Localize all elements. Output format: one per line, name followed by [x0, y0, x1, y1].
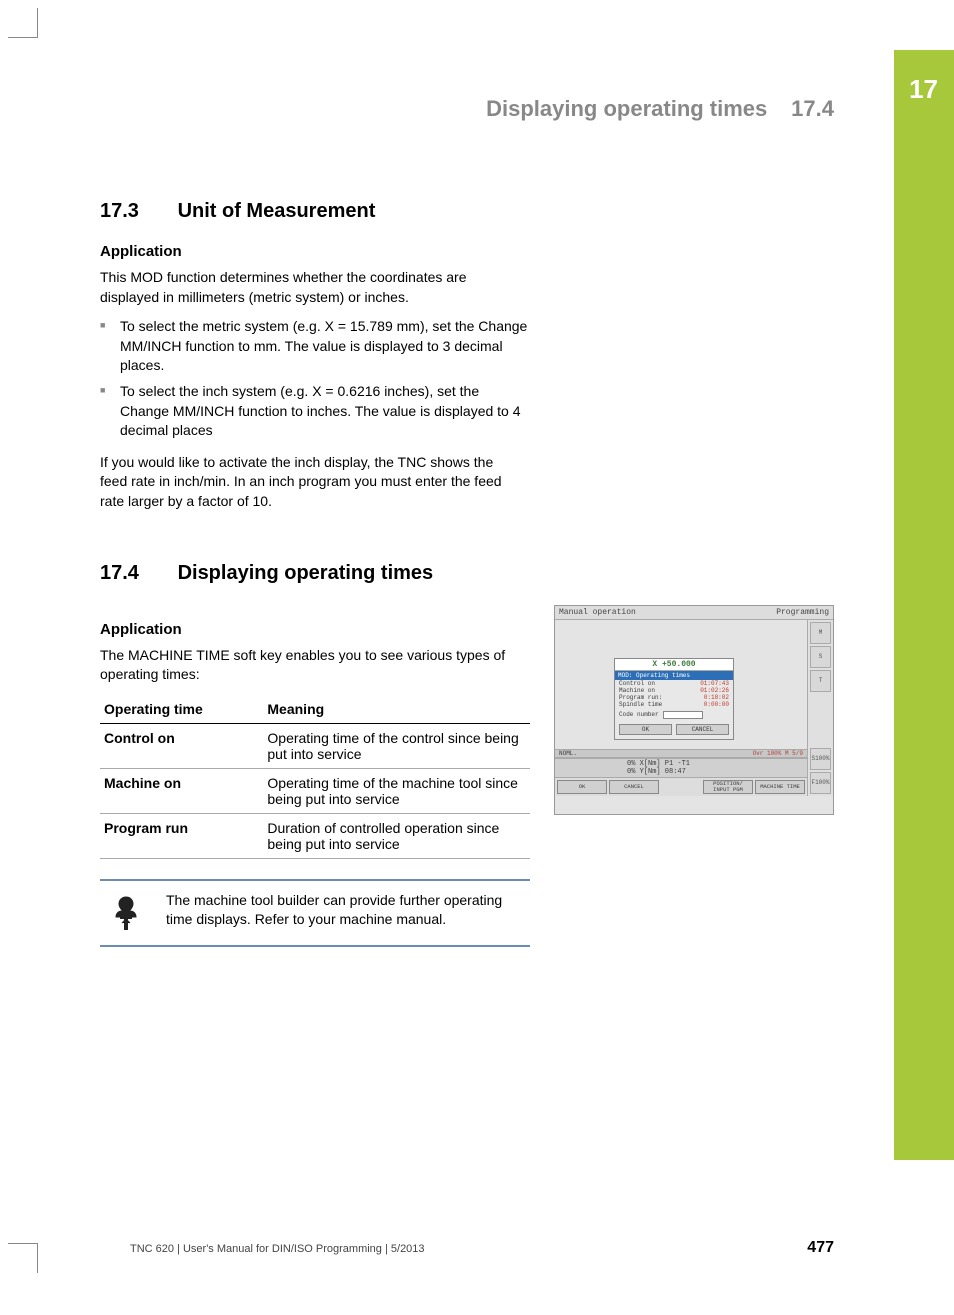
note-text: The machine tool builder can provide fur… — [166, 891, 526, 930]
sb-row-label: Control on — [619, 680, 655, 687]
page-footer: TNC 620 | User's Manual for DIN/ISO Prog… — [130, 1239, 834, 1257]
table-row: Machine on Operating time of the machine… — [100, 768, 530, 813]
intro-17-3: This MOD function determines whether the… — [100, 268, 520, 307]
sb-softkey-bar: OK CANCEL POSITION/ INPUT PGM MACHINE TI… — [555, 778, 807, 796]
crop-mark-bottom-left — [8, 1243, 38, 1273]
section-title: Displaying operating times — [178, 562, 434, 584]
section-title: Unit of Measurement — [178, 200, 376, 222]
section-heading-17-3: 17.3 Unit of Measurement — [100, 200, 860, 223]
sb-statusbar: 0% X[Nm] P1 -T1 0% Y[Nm] 08:47 — [555, 758, 807, 778]
bullet-list-17-3: To select the metric system (e.g. X = 15… — [100, 317, 530, 441]
table-cell-meaning: Operating time of the machine tool since… — [263, 768, 530, 813]
application-heading-17-4: Application — [100, 621, 530, 638]
sb-side-buttons: M S T S100% F100% — [807, 620, 833, 796]
table-cell-name: Control on — [100, 723, 263, 768]
table-row: Control on Operating time of the control… — [100, 723, 530, 768]
section-number: 17.3 — [100, 200, 172, 223]
crop-mark-top-left — [8, 8, 38, 38]
table-cell-name: Machine on — [100, 768, 263, 813]
page-header: Displaying operating times 17.4 — [486, 96, 834, 122]
table-header: Operating time — [100, 695, 263, 724]
table-cell-meaning: Duration of controlled operation since b… — [263, 813, 530, 858]
manual-note: The machine tool builder can provide fur… — [100, 879, 530, 947]
sb-row-label: Spindle time — [619, 701, 662, 708]
section-heading-17-4: 17.4 Displaying operating times — [100, 562, 860, 585]
sb-dialog-title: MOD: Operating times — [615, 671, 733, 680]
sb-row-value: 01:07:43 — [700, 680, 729, 687]
sb-code-label: Code number — [619, 711, 659, 718]
sb-softkey-ok[interactable]: OK — [557, 780, 607, 794]
table-cell-meaning: Operating time of the control since bein… — [263, 723, 530, 768]
sb-code-input[interactable] — [663, 711, 703, 719]
footer-text: TNC 620 | User's Manual for DIN/ISO Prog… — [130, 1243, 425, 1255]
sb-title-right: Programming — [776, 608, 829, 617]
sb-statusbar-top-ovr: Ovr 100% M 5/9 — [753, 750, 803, 757]
sb-side-btn[interactable]: S100% — [810, 748, 831, 770]
application-heading-17-3: Application — [100, 243, 860, 260]
sb-coord: X +50.000 — [615, 659, 733, 671]
sb-ok-button[interactable]: OK — [619, 724, 672, 735]
page-number: 477 — [807, 1239, 834, 1257]
table-header: Meaning — [263, 695, 530, 724]
table-row: Program run Duration of controlled opera… — [100, 813, 530, 858]
section-number: 17.4 — [100, 562, 172, 585]
sb-cancel-button[interactable]: CANCEL — [676, 724, 729, 735]
sb-statusbar-top-left: NOML. — [559, 750, 577, 757]
sb-side-btn[interactable]: M — [810, 622, 831, 644]
tnc-screenshot: Manual operation Programming X +50.000 M… — [554, 605, 834, 815]
table-cell-name: Program run — [100, 813, 263, 858]
machine-builder-icon — [104, 891, 148, 935]
sb-status-line: 0% Y[Nm] 08:47 — [627, 768, 767, 776]
sb-row-value: 0:00:00 — [704, 701, 729, 708]
sb-dialog: X +50.000 MOD: Operating times Control o… — [614, 658, 734, 740]
outro-17-3: If you would like to activate the inch d… — [100, 453, 520, 512]
sb-title-left: Manual operation — [559, 608, 636, 617]
sb-row-label: Program run: — [619, 694, 662, 701]
intro-17-4: The MACHINE TIME soft key enables you to… — [100, 646, 520, 685]
sb-softkey-machine-time[interactable]: MACHINE TIME — [755, 780, 805, 794]
sb-side-btn[interactable]: T — [810, 670, 831, 692]
sb-row-value: 0:18:02 — [704, 694, 729, 701]
sb-status-line: 0% X[Nm] P1 -T1 — [627, 760, 767, 768]
bullet-item: To select the metric system (e.g. X = 15… — [100, 317, 530, 376]
sb-row-label: Machine on — [619, 687, 655, 694]
sb-side-btn[interactable]: F100% — [810, 772, 831, 794]
sb-softkey-cancel[interactable]: CANCEL — [609, 780, 659, 794]
sb-softkey-position[interactable]: POSITION/ INPUT PGM — [703, 780, 753, 794]
sb-side-btn[interactable]: S — [810, 646, 831, 668]
sb-row-value: 01:02:26 — [700, 687, 729, 694]
header-title: Displaying operating times — [486, 96, 767, 121]
bullet-item: To select the inch system (e.g. X = 0.62… — [100, 382, 530, 441]
header-section-number: 17.4 — [791, 96, 834, 121]
operating-times-table: Operating time Meaning Control on Operat… — [100, 695, 530, 859]
chapter-tab: 17 — [894, 50, 954, 1160]
chapter-number: 17 — [909, 74, 938, 105]
sb-statusbar-top: NOML. Ovr 100% M 5/9 — [555, 749, 807, 758]
